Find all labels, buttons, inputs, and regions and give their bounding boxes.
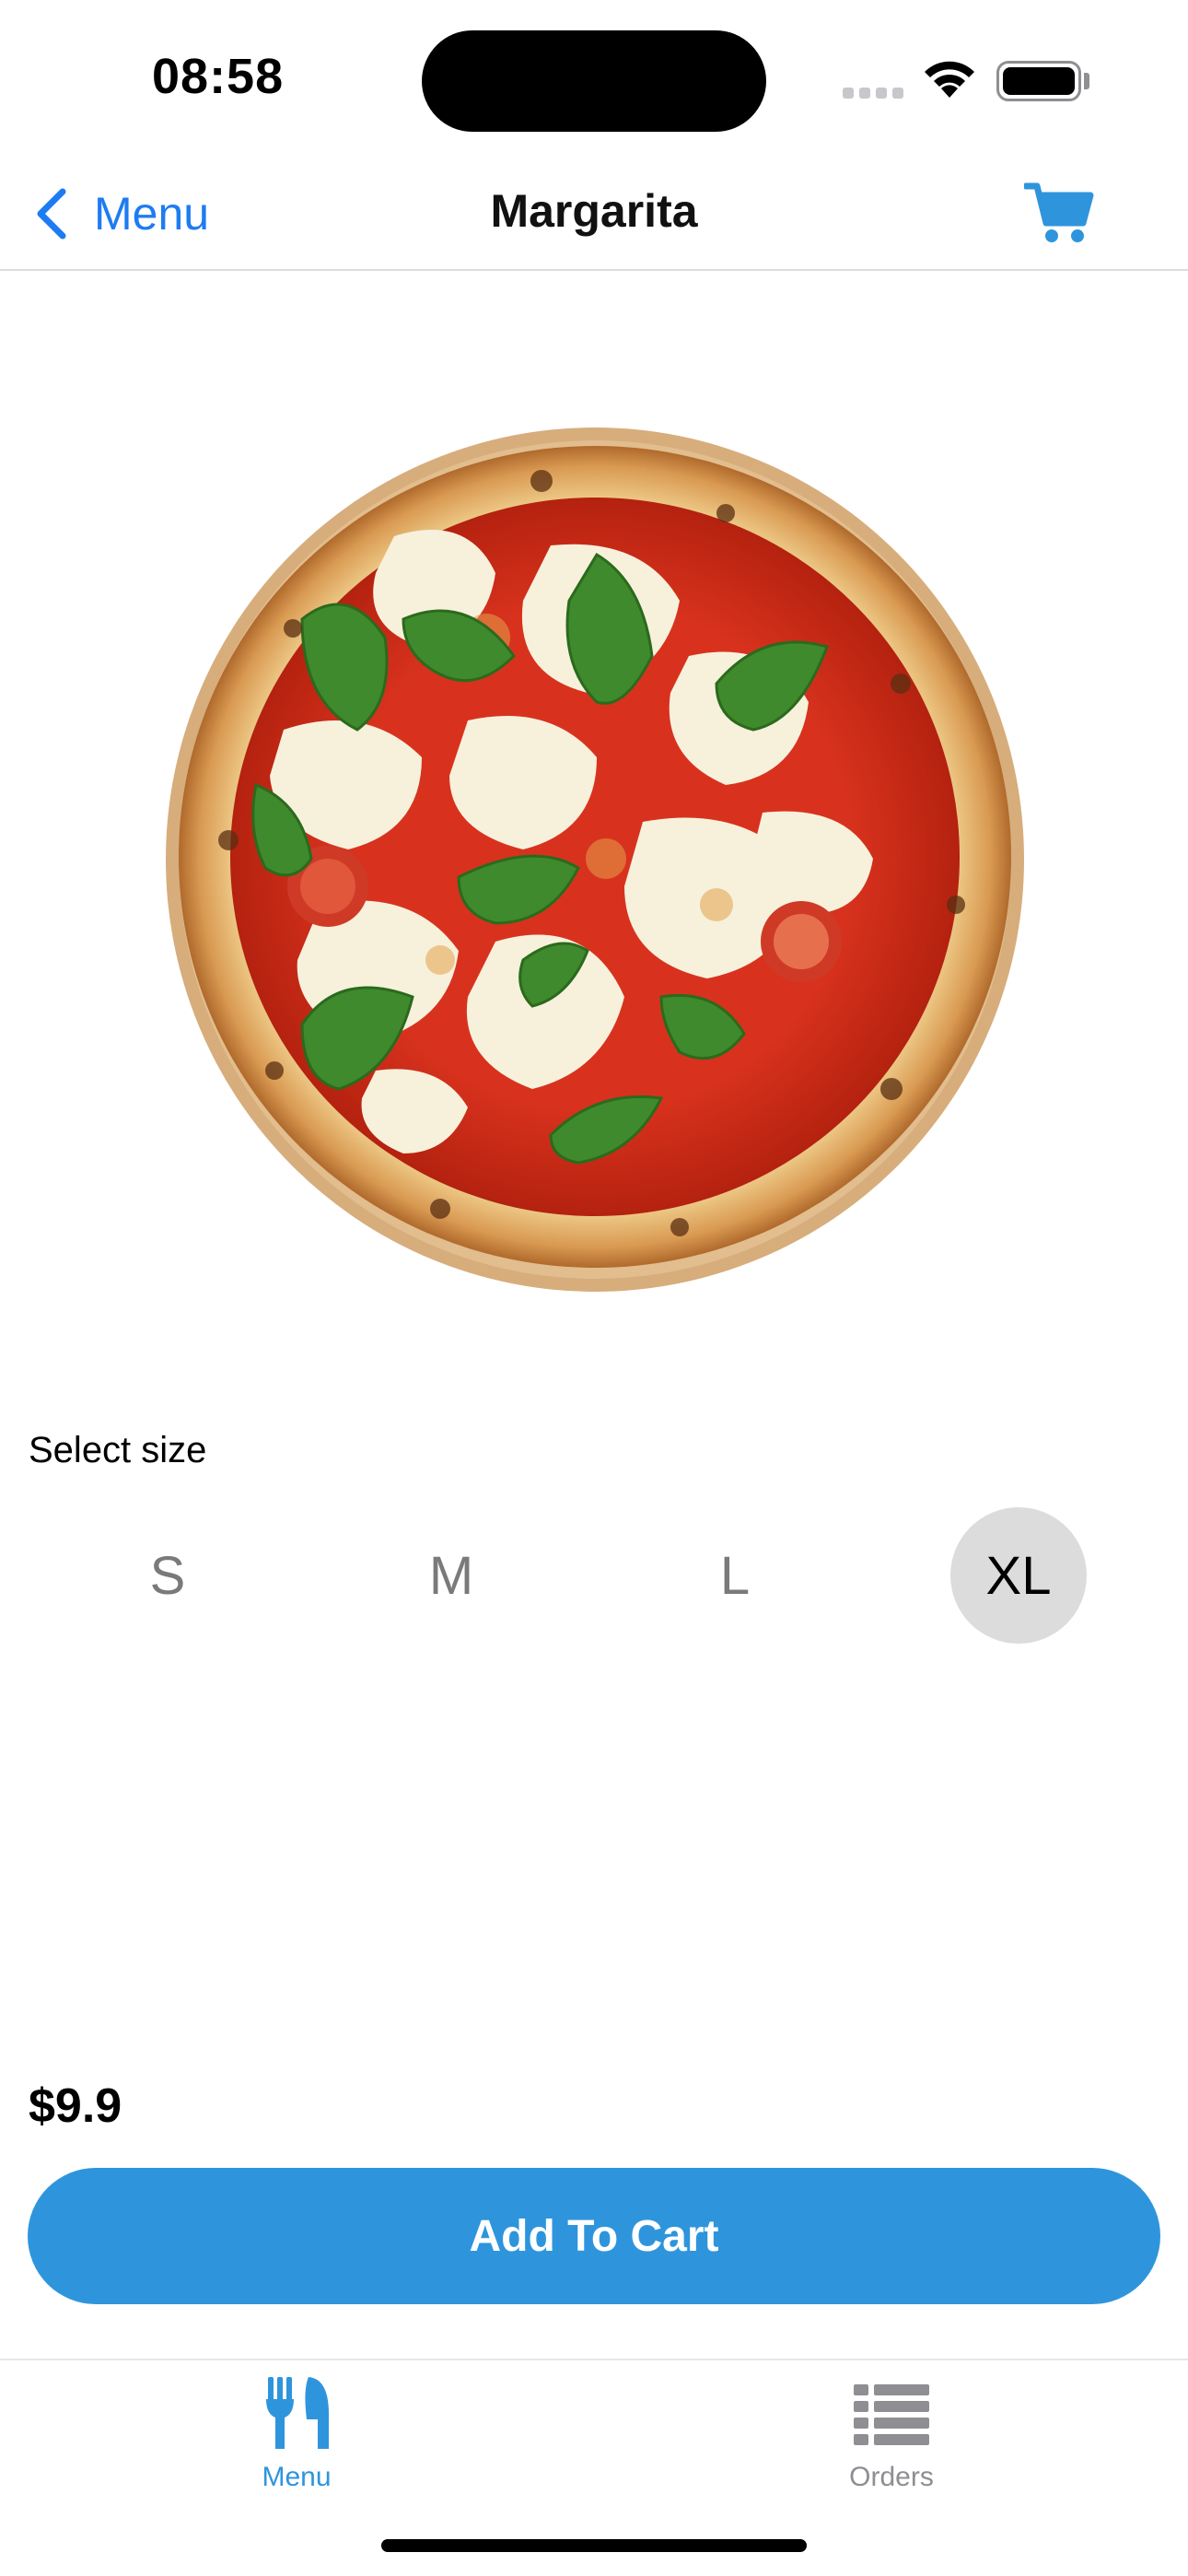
fork-knife-icon [266, 2377, 329, 2449]
wifi-icon [925, 61, 974, 98]
price-label: $9.9 [29, 2079, 122, 2133]
tab-orders[interactable]: Orders [753, 2371, 1030, 2519]
size-option-s[interactable]: S [99, 1507, 236, 1644]
navigation-bar: Menu Margarita [0, 157, 1188, 271]
home-indicator[interactable] [381, 2539, 807, 2552]
cellular-signal-icon [843, 88, 905, 99]
size-option-xl[interactable]: XL [950, 1507, 1087, 1644]
tab-orders-label: Orders [849, 2462, 934, 2492]
cart-icon[interactable] [1024, 181, 1096, 245]
size-option-l[interactable]: L [667, 1507, 803, 1644]
size-option-m[interactable]: M [383, 1507, 519, 1644]
battery-tip [1084, 73, 1089, 89]
product-image [166, 427, 1024, 1292]
back-button[interactable]: Menu [33, 179, 209, 249]
size-label: Select size [29, 1430, 207, 1470]
back-button-label: Menu [94, 188, 210, 240]
product-detail-screen: 08:58 Menu Margarita Select size S M L X… [0, 0, 1188, 2576]
tab-menu-label: Menu [262, 2462, 332, 2492]
tab-menu[interactable]: Menu [158, 2371, 435, 2519]
battery-icon [996, 61, 1081, 101]
add-to-cart-button[interactable]: Add To Cart [28, 2168, 1160, 2304]
list-icon [854, 2384, 929, 2445]
status-time: 08:58 [152, 49, 285, 104]
status-bar: 08:58 [0, 0, 1188, 157]
chevron-left-icon [37, 188, 66, 240]
dynamic-island [422, 30, 766, 132]
